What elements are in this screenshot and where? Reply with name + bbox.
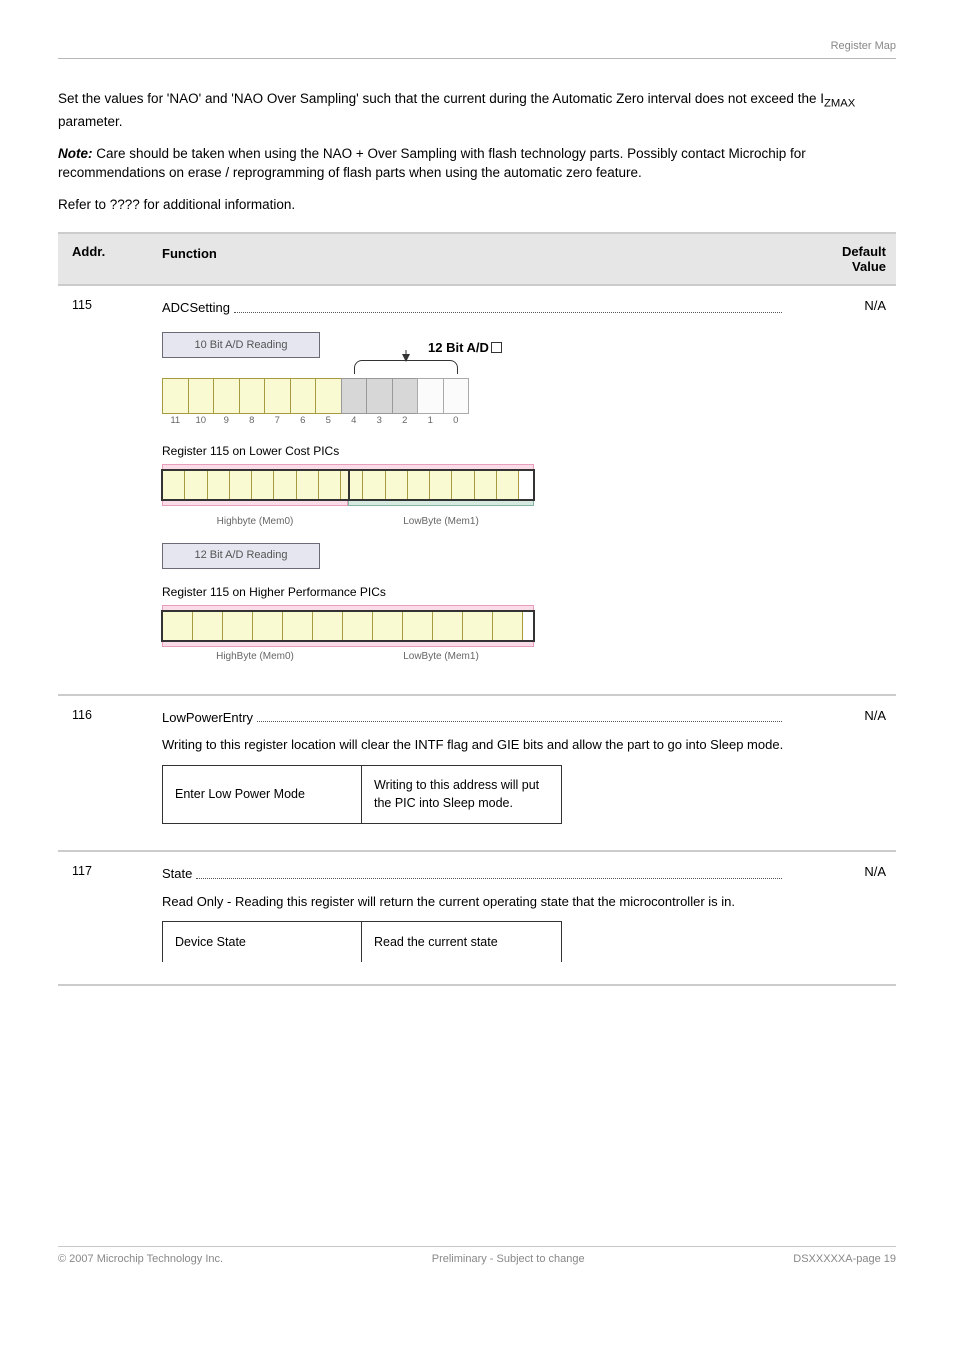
cell-default: N/A <box>802 696 896 851</box>
bit-numbers: 11 10 9 8 7 6 5 4 3 2 1 0 <box>162 414 480 428</box>
brace-icon <box>354 360 458 378</box>
table-row: 116 LowPowerEntry Writing to this regist… <box>58 694 896 851</box>
table-row: 115 ADCSetting 10 Bit A/D Reading 12 Bit… <box>58 284 896 693</box>
func-title: LowPowerEntry <box>162 708 786 728</box>
mini-cell-left: Enter Low Power Mode <box>163 766 362 824</box>
footer-right: DSXXXXXA-page 19 <box>793 1253 896 1265</box>
cell-default: N/A <box>802 852 896 984</box>
cell-addr: 117 <box>58 852 146 984</box>
reg115-label: Register 115 on Lower Cost PICs <box>162 442 786 460</box>
legend-box: 10 Bit A/D Reading <box>162 332 320 358</box>
cell-func: State Read Only - Reading this register … <box>146 852 802 984</box>
reg115-left: Highbyte (Mem0) <box>162 512 348 529</box>
footer-left: © 2007 Microchip Technology Inc. <box>58 1253 223 1265</box>
mini-table: Device State Read the current state <box>162 921 562 962</box>
header-right: Register Map <box>831 40 896 52</box>
func-body: Read Only - Reading this register will r… <box>162 892 786 912</box>
checkbox-icon <box>491 342 502 353</box>
adc-diagram: 10 Bit A/D Reading 12 Bit A/D <box>162 332 786 664</box>
cell-addr: 116 <box>58 696 146 851</box>
mini-cell-right: Writing to this address will put the PIC… <box>362 766 561 824</box>
cell-func: LowPowerEntry Writing to this register l… <box>146 696 802 851</box>
mini-table: Enter Low Power Mode Writing to this add… <box>162 765 562 825</box>
table-row: 117 State Read Only - Reading this regis… <box>58 850 896 986</box>
cell-func: ADCSetting 10 Bit A/D Reading 12 Bit A/D <box>146 286 802 693</box>
footer-mid: Preliminary - Subject to change <box>432 1253 585 1265</box>
reg115b-right: LowByte (Mem1) <box>348 647 534 664</box>
ad-label: 12 Bit A/D <box>428 338 502 358</box>
col-header-default: Default Value <box>802 234 896 284</box>
intro-paragraph-1: Set the values for 'NAO' and 'NAO Over S… <box>58 89 896 132</box>
intro-paragraph-3: Refer to ???? for additional information… <box>58 195 896 215</box>
mini-cell-left: Device State <box>163 922 362 962</box>
intro-note: Note: Care should be taken when using th… <box>58 144 896 183</box>
reg115b-label: Register 115 on Higher Performance PICs <box>162 583 786 601</box>
col-header-addr: Addr. <box>58 234 146 284</box>
mini-cell-right: Read the current state <box>362 922 561 962</box>
page-footer: © 2007 Microchip Technology Inc. Prelimi… <box>58 1246 896 1265</box>
reg115-right: LowByte (Mem1) <box>348 512 534 529</box>
col-header-func: Function <box>146 234 802 284</box>
page-header: Register Map <box>58 40 896 59</box>
legend-box-2: 12 Bit A/D Reading <box>162 543 320 569</box>
register-table: Addr. Function Default Value 115 ADCSett… <box>58 232 896 986</box>
reg115b-left: HighByte (Mem0) <box>162 647 348 664</box>
func-title: ADCSetting <box>162 298 786 318</box>
func-title: State <box>162 864 786 884</box>
func-body: Writing to this register location will c… <box>162 735 786 755</box>
table-header-row: Addr. Function Default Value <box>58 232 896 284</box>
reg115-box <box>162 464 534 506</box>
cell-default: N/A <box>802 286 896 693</box>
note-label: Note: <box>58 146 93 161</box>
bits-row-12 <box>162 378 480 414</box>
reg115b-box <box>162 605 534 647</box>
cell-addr: 115 <box>58 286 146 693</box>
